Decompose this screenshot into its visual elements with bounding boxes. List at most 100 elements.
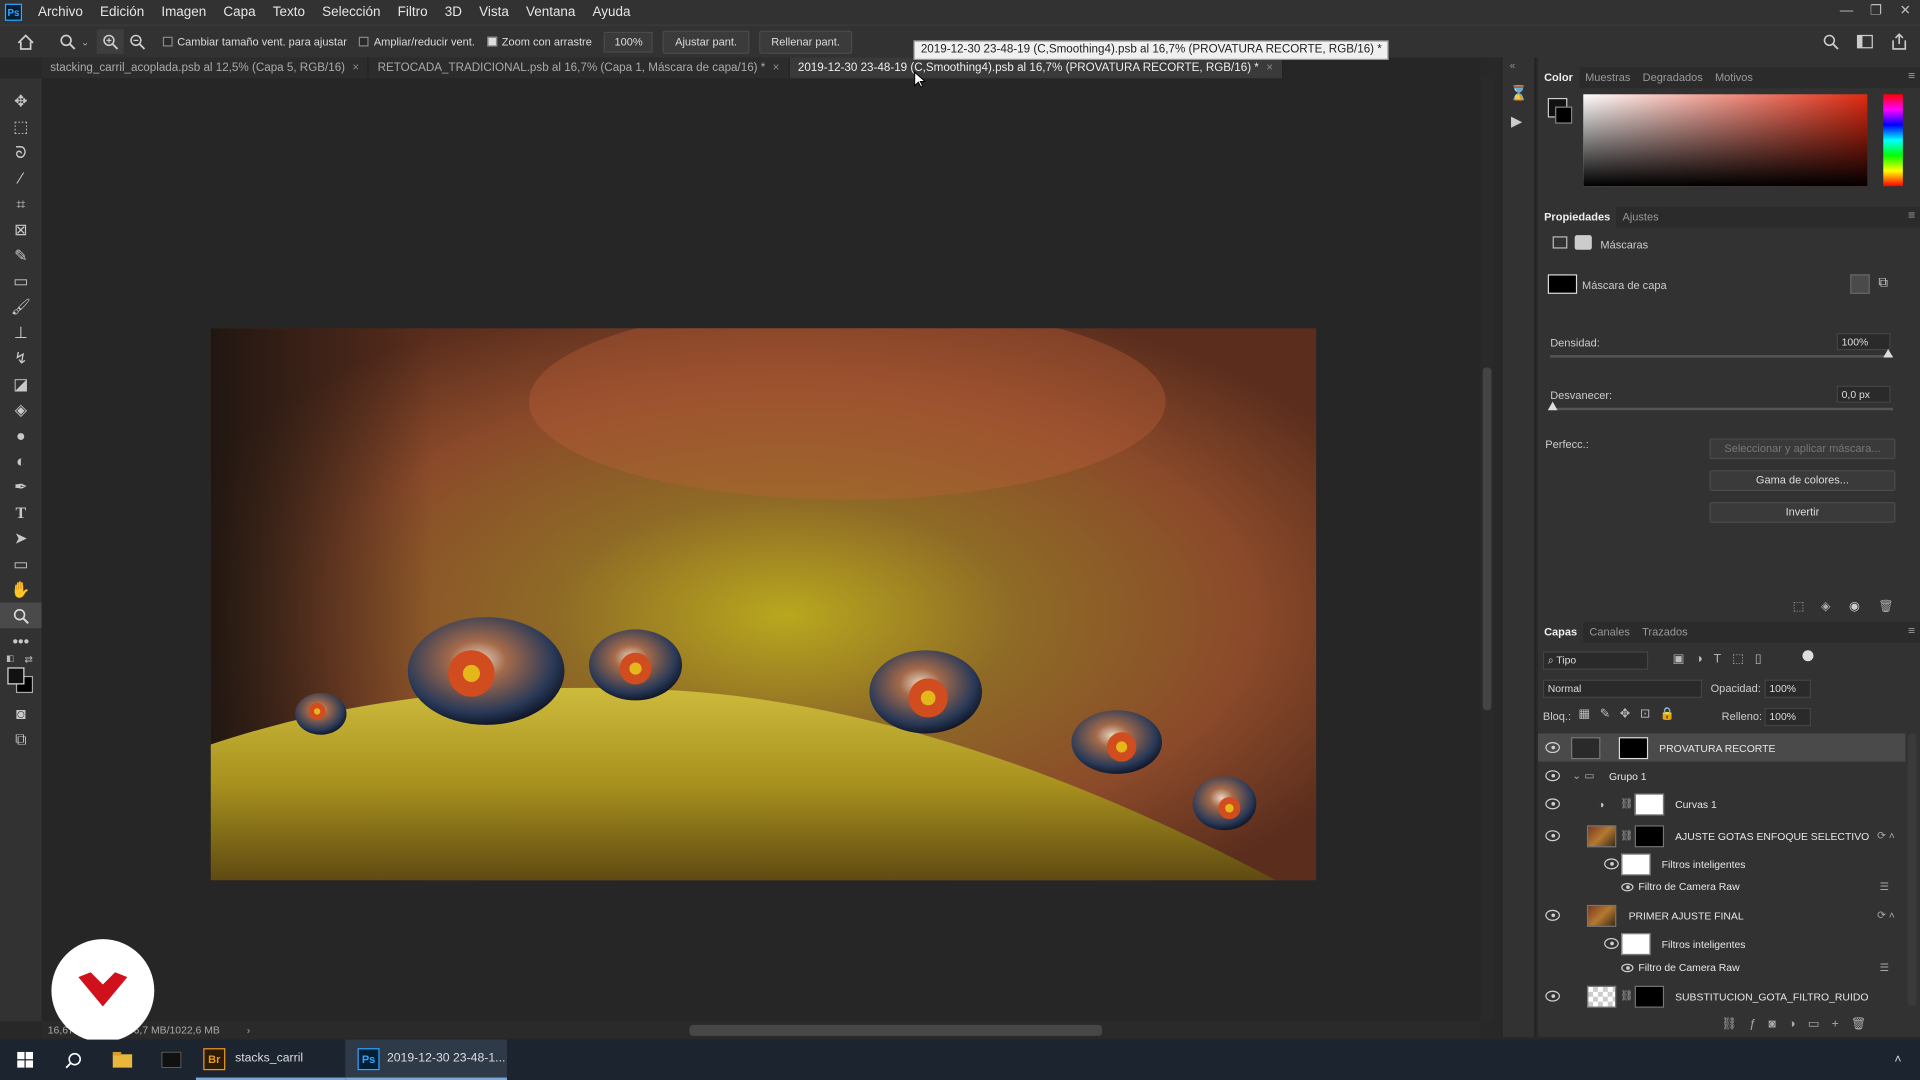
crop-tool-icon[interactable]: ⌗: [0, 191, 42, 217]
smart-filter-mask-thumbnail[interactable]: [1621, 852, 1651, 875]
type-tool-icon[interactable]: T: [0, 500, 42, 526]
color-swatches[interactable]: ◧ ⇄: [0, 654, 42, 701]
windows-start-icon[interactable]: [0, 1040, 49, 1080]
panel-menu-icon[interactable]: ≡: [1908, 209, 1915, 222]
chevron-up-icon[interactable]: ˄: [1886, 1040, 1910, 1080]
menu-ayuda[interactable]: Ayuda: [584, 0, 639, 24]
layer-row[interactable]: PRIMER AJUSTE FINAL ⟳ ˄: [1538, 901, 1905, 929]
select-pixel-mask-icon[interactable]: [1850, 274, 1870, 294]
layer-filter-kind-select[interactable]: ⌕ Tipo: [1542, 651, 1649, 670]
tab-stacking-carril[interactable]: stacking_carril_acoplada.psb al 12,5% (C…: [41, 57, 370, 79]
zoom-value-field[interactable]: 100%: [604, 31, 654, 53]
eye-icon[interactable]: [1604, 937, 1619, 949]
eraser-tool-icon[interactable]: ◪: [0, 371, 42, 397]
tab-trazados[interactable]: Trazados: [1636, 622, 1694, 643]
workspace-icon[interactable]: [1851, 29, 1878, 53]
invert-button[interactable]: Invertir: [1709, 502, 1896, 523]
eye-icon[interactable]: [1545, 770, 1561, 782]
vertical-scrollbar-thumb[interactable]: [1482, 367, 1492, 711]
layer-row[interactable]: ⛓ SUBSTITUCION_GOTA_FILTRO_RUIDO: [1538, 982, 1905, 1010]
tab-close-icon[interactable]: ×: [352, 61, 359, 74]
feather-slider-thumb[interactable]: [1547, 401, 1558, 411]
search-icon[interactable]: [49, 1040, 98, 1080]
zoom-in-icon[interactable]: [96, 29, 124, 54]
color-range-button[interactable]: Gama de colores...: [1709, 470, 1896, 492]
eye-icon[interactable]: [1621, 963, 1634, 972]
paint-bucket-tool-icon[interactable]: ◈: [0, 397, 42, 423]
tab-degradados[interactable]: Degradados: [1637, 67, 1709, 88]
layer-name[interactable]: Grupo 1: [1609, 770, 1647, 782]
tab-propiedades[interactable]: Propiedades: [1537, 206, 1617, 228]
tab-active-document[interactable]: 2019-12-30 23-48-19 (C,Smoothing4).psb a…: [789, 57, 1283, 79]
tab-ajustes[interactable]: Ajustes: [1616, 207, 1664, 228]
history-panel-icon[interactable]: ⌛: [1510, 84, 1528, 101]
taskbar-bridge[interactable]: Br stacks_carril: [195, 1040, 346, 1080]
smart-filters-label[interactable]: Filtros inteligentes: [1662, 937, 1746, 949]
menu-capa[interactable]: Capa: [215, 0, 264, 24]
blend-mode-select[interactable]: Normal: [1542, 679, 1703, 698]
tab-motivos[interactable]: Motivos: [1709, 67, 1759, 88]
horizontal-scrollbar-thumb[interactable]: [689, 1024, 1103, 1036]
document-image[interactable]: [210, 328, 1317, 881]
healing-brush-tool-icon[interactable]: ▭: [0, 268, 42, 294]
menu-edicion[interactable]: Edición: [91, 0, 152, 24]
apply-mask-icon[interactable]: ◈: [1821, 600, 1830, 613]
select-and-mask-button[interactable]: Seleccionar y aplicar máscara...: [1709, 438, 1896, 460]
clone-stamp-tool-icon[interactable]: ⊥: [0, 320, 42, 346]
swap-colors-icon[interactable]: ⇄: [24, 654, 32, 665]
tab-close-icon[interactable]: ×: [773, 61, 780, 74]
collapse-panels-icon[interactable]: «: [1510, 60, 1515, 71]
panel-menu-icon[interactable]: ≡: [1908, 70, 1915, 83]
density-field[interactable]: 100%: [1836, 333, 1891, 351]
path-selection-tool-icon[interactable]: ➤: [0, 525, 42, 551]
default-colors-icon[interactable]: ◧: [6, 654, 14, 664]
fill-field[interactable]: 100%: [1764, 707, 1812, 727]
layer-group-row[interactable]: ⌄ ▭ Grupo 1: [1538, 762, 1905, 790]
fill-screen-button[interactable]: Rellenar pant.: [759, 30, 853, 54]
fit-screen-button[interactable]: Ajustar pant.: [662, 30, 750, 54]
layer-mask-thumbnail[interactable]: [1634, 792, 1665, 815]
density-slider-thumb[interactable]: [1883, 348, 1894, 358]
background-color-swatch[interactable]: [1555, 106, 1573, 124]
smart-filter-mask-thumbnail[interactable]: [1621, 932, 1651, 955]
move-tool-icon[interactable]: ✥: [0, 88, 42, 114]
menu-3d[interactable]: 3D: [436, 0, 470, 24]
magic-wand-tool-icon[interactable]: ⁄: [0, 165, 42, 191]
menu-seleccion[interactable]: Selección: [314, 0, 390, 24]
layer-name[interactable]: AJUSTE GOTAS ENFOQUE SELECTIVO: [1675, 830, 1869, 842]
feather-field[interactable]: 0,0 px: [1836, 385, 1891, 403]
eye-icon[interactable]: [1545, 990, 1561, 1002]
menu-ventana[interactable]: Ventana: [517, 0, 584, 24]
eye-icon[interactable]: [1545, 742, 1561, 754]
eyedropper-tool-icon[interactable]: ✎: [0, 242, 42, 268]
dodge-tool-icon[interactable]: ◐: [0, 448, 42, 474]
filter-options-icon[interactable]: ☰: [1880, 961, 1889, 974]
share-icon[interactable]: [1886, 29, 1913, 53]
taskbar-photoshop[interactable]: Ps 2019-12-30 23-48-1...: [345, 1039, 507, 1080]
pixel-mask-icon[interactable]: [1552, 236, 1568, 249]
menu-texto[interactable]: Texto: [264, 0, 313, 24]
smart-filters-label[interactable]: Filtros inteligentes: [1662, 858, 1746, 870]
filter-name[interactable]: Filtro de Camera Raw: [1638, 880, 1739, 892]
eye-icon[interactable]: [1545, 909, 1561, 921]
hue-slider[interactable]: [1883, 94, 1903, 187]
blur-tool-icon[interactable]: ●: [0, 422, 42, 448]
home-icon[interactable]: [12, 29, 39, 53]
filter-name[interactable]: Filtro de Camera Raw: [1638, 961, 1739, 973]
layer-name[interactable]: Curvas 1: [1675, 798, 1717, 810]
search-icon[interactable]: [1817, 29, 1844, 53]
menu-filtro[interactable]: Filtro: [389, 0, 436, 24]
brush-tool-icon[interactable]: 🖌: [0, 294, 42, 320]
minimize-icon[interactable]: —: [1832, 0, 1861, 24]
layer-filter-icons[interactable]: ▣◑T⬚▯: [1673, 653, 1773, 666]
tab-canales[interactable]: Canales: [1583, 622, 1636, 643]
layer-name[interactable]: PROVATURA RECORTE: [1659, 741, 1775, 753]
eye-icon[interactable]: [1545, 830, 1561, 842]
lock-icons[interactable]: ▦✎✥⊡🔒: [1578, 708, 1685, 721]
file-explorer-icon[interactable]: [98, 1040, 147, 1080]
vector-mask-icon[interactable]: [1574, 235, 1592, 250]
menu-archivo[interactable]: Archivo: [29, 0, 91, 24]
close-icon[interactable]: ✕: [1891, 0, 1920, 24]
tab-color[interactable]: Color: [1537, 67, 1579, 89]
feather-slider[interactable]: [1550, 407, 1894, 411]
